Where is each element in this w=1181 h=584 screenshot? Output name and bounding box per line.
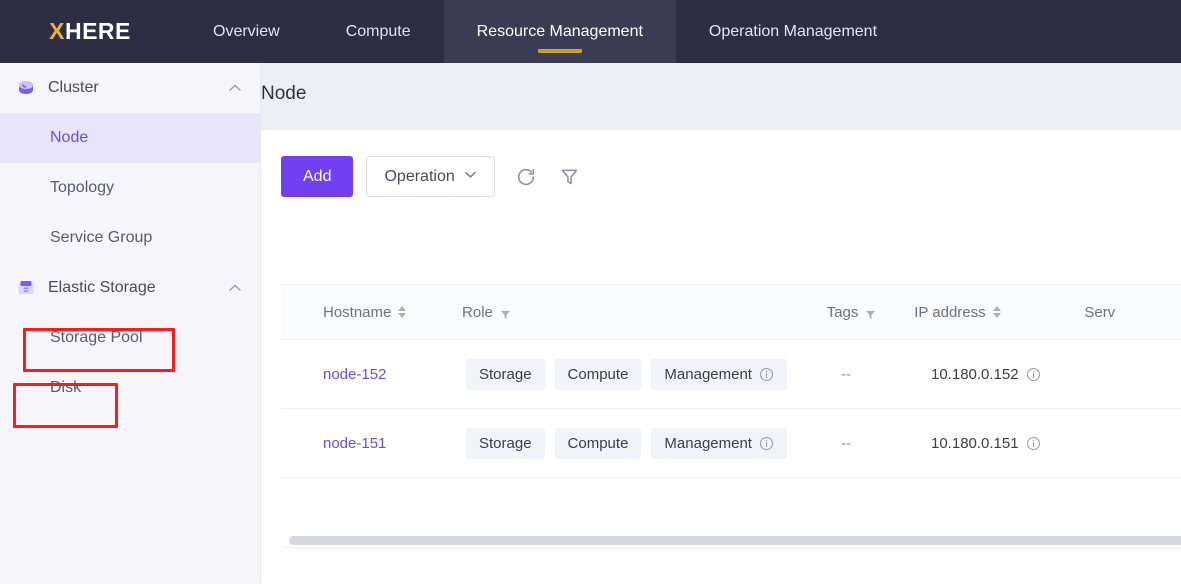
table-header-hostname[interactable]: Hostname: [281, 304, 462, 321]
horizontal-scrollbar-track: [283, 547, 1181, 548]
sort-icon[interactable]: [992, 306, 1001, 318]
table-row[interactable]: node-151 Storage Compute Management -- 1…: [281, 409, 1181, 478]
table-header-service-label: Serv: [1084, 303, 1116, 321]
role-tag: Storage: [466, 358, 545, 390]
role-tag: Compute: [554, 427, 642, 459]
table-header-ip-address[interactable]: IP address: [914, 304, 1084, 321]
refresh-icon[interactable]: [513, 164, 539, 190]
table-header-ip-address-label: IP address: [914, 303, 986, 321]
table-header-role[interactable]: Role: [462, 304, 827, 321]
table-header-tags[interactable]: Tags: [827, 304, 915, 321]
node-table-card: Add Operation Hostname Role Tags IP addr…: [261, 130, 1181, 584]
sidebar-item-disk-label: Disk: [50, 379, 82, 396]
sidebar-item-service-group-label: Service Group: [50, 229, 153, 246]
role-tag-label: Management: [664, 434, 752, 452]
nav-tab-compute[interactable]: Compute: [313, 0, 444, 63]
filter-icon[interactable]: [557, 164, 583, 190]
nav-tab-overview-label: Overview: [213, 22, 280, 40]
table-cell-role: Storage Compute Management: [466, 358, 841, 390]
sidebar-item-topology-label: Topology: [50, 179, 115, 196]
role-tag-label: Compute: [567, 434, 629, 452]
hostname-link[interactable]: node-151: [323, 435, 386, 452]
role-tag: Storage: [466, 427, 545, 459]
chevron-down-icon: [464, 168, 477, 186]
sidebar-item-storage-pool[interactable]: Storage Pool: [0, 313, 260, 363]
top-navigation-bar: X HERE Overview Compute Resource Manageme…: [0, 0, 1181, 63]
table-header-hostname-label: Hostname: [323, 303, 392, 321]
brand-logo-accent: X: [49, 18, 65, 44]
ip-address-value: 10.180.0.151: [931, 434, 1019, 452]
brand-logo[interactable]: X HERE: [0, 0, 180, 63]
sidebar-item-storage-pool-label: Storage Pool: [50, 329, 143, 346]
column-filter-icon[interactable]: [865, 307, 876, 319]
table-cell-hostname: node-152: [281, 366, 466, 383]
table-cell-ip-address: 10.180.0.152: [931, 366, 1106, 383]
sidebar-item-node[interactable]: Node: [0, 113, 260, 163]
table-header-role-label: Role: [462, 303, 493, 321]
chevron-up-icon[interactable]: [228, 81, 242, 95]
role-tag: Compute: [554, 358, 642, 390]
role-tag-label: Storage: [479, 365, 532, 383]
sidebar: Cluster Node Topology Service Group Elas…: [0, 63, 261, 584]
nav-tab-compute-label: Compute: [345, 22, 411, 40]
info-icon[interactable]: [759, 436, 774, 451]
brand-logo-text: HERE: [64, 18, 131, 44]
role-tag: Management: [651, 427, 787, 459]
table-cell-tags: --: [841, 365, 851, 383]
ip-address-value: 10.180.0.152: [931, 365, 1019, 383]
node-table: Hostname Role Tags IP address Serv node-…: [281, 284, 1181, 478]
page-title: Node: [261, 83, 307, 104]
role-tag: Management: [651, 358, 787, 390]
sidebar-item-disk[interactable]: Disk: [0, 363, 260, 413]
chevron-up-icon[interactable]: [228, 281, 242, 295]
nav-tab-overview[interactable]: Overview: [180, 0, 313, 63]
info-icon[interactable]: [1026, 436, 1041, 451]
operation-dropdown-button[interactable]: Operation: [366, 156, 495, 197]
sidebar-group-cluster[interactable]: Cluster: [0, 63, 260, 113]
sidebar-item-service-group[interactable]: Service Group: [0, 213, 260, 263]
table-row[interactable]: node-152 Storage Compute Management -- 1…: [281, 340, 1181, 409]
sidebar-item-node-label: Node: [50, 129, 89, 146]
column-filter-icon[interactable]: [500, 307, 511, 319]
table-header-service[interactable]: Serv: [1084, 304, 1181, 321]
main-content: Node Add Operation Hostname Role Tags IP…: [261, 63, 1181, 584]
nav-tab-resource-management[interactable]: Resource Management: [443, 0, 676, 63]
nav-tab-list: Overview Compute Resource Management Ope…: [180, 0, 910, 63]
add-button[interactable]: Add: [281, 156, 354, 197]
sort-icon[interactable]: [398, 306, 407, 318]
table-cell-hostname: node-151: [281, 435, 466, 452]
sidebar-group-elastic-storage[interactable]: Elastic Storage: [0, 263, 260, 313]
storage-icon: [16, 278, 36, 298]
info-icon[interactable]: [759, 367, 774, 382]
table-cell-ip-address: 10.180.0.151: [931, 435, 1106, 452]
cluster-icon: [16, 78, 36, 98]
nav-tab-resource-management-label: Resource Management: [476, 22, 643, 40]
sidebar-group-elastic-storage-label: Elastic Storage: [48, 279, 156, 296]
role-tag-label: Storage: [479, 434, 532, 452]
table-cell-tags: --: [841, 434, 851, 452]
table-toolbar: Add Operation: [281, 156, 583, 197]
operation-dropdown-label: Operation: [384, 167, 455, 185]
sidebar-group-cluster-label: Cluster: [48, 79, 99, 96]
table-header-row: Hostname Role Tags IP address Serv: [281, 284, 1181, 340]
table-header-tags-label: Tags: [826, 303, 859, 321]
horizontal-scrollbar-thumb[interactable]: [289, 536, 1181, 545]
table-cell-role: Storage Compute Management: [466, 427, 841, 459]
hostname-link[interactable]: node-152: [323, 366, 386, 383]
role-tag-label: Compute: [567, 365, 629, 383]
info-icon[interactable]: [1026, 367, 1041, 382]
sidebar-item-topology[interactable]: Topology: [0, 163, 260, 213]
nav-tab-operation-management[interactable]: Operation Management: [676, 0, 910, 63]
nav-tab-operation-management-label: Operation Management: [708, 22, 878, 40]
role-tag-label: Management: [664, 365, 752, 383]
